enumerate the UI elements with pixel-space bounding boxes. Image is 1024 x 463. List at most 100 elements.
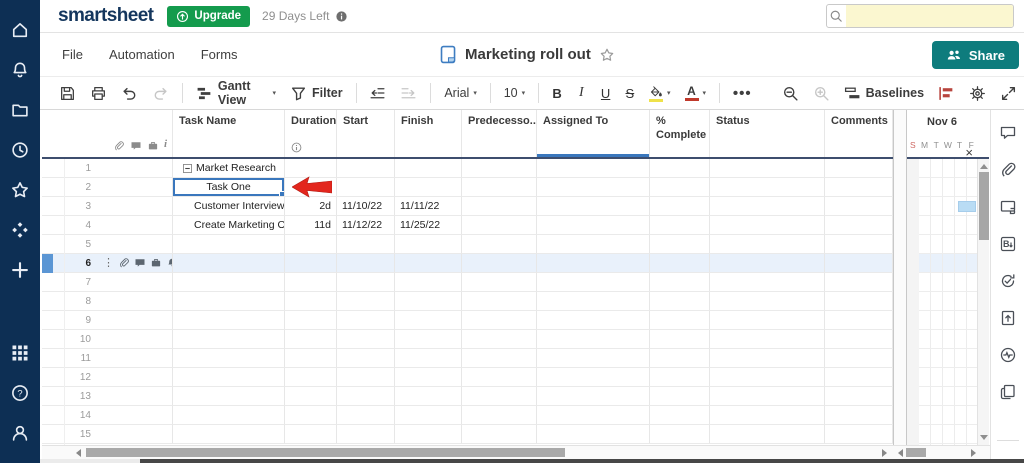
- cell-status[interactable]: [710, 159, 825, 178]
- cell-pred[interactable]: [462, 216, 537, 235]
- cell-start[interactable]: [337, 159, 395, 178]
- cell-duration[interactable]: [285, 425, 337, 444]
- row-number[interactable]: 4: [42, 216, 100, 235]
- cell-pred[interactable]: [462, 406, 537, 425]
- cell-finish[interactable]: 11/11/22: [395, 197, 462, 216]
- row-number[interactable]: 13: [42, 387, 100, 406]
- cell-task[interactable]: Market Research: [173, 159, 285, 178]
- cell-assigned[interactable]: [537, 273, 650, 292]
- row-icons-cell[interactable]: [100, 273, 173, 292]
- underline-button[interactable]: U: [594, 80, 618, 106]
- cell-pred[interactable]: [462, 254, 537, 273]
- cell-finish[interactable]: 11/25/22: [395, 216, 462, 235]
- info-icon[interactable]: [335, 10, 348, 23]
- cell-pred[interactable]: [462, 311, 537, 330]
- cell-status[interactable]: [710, 368, 825, 387]
- cell-status[interactable]: [710, 197, 825, 216]
- row-icons-cell[interactable]: [100, 159, 173, 178]
- cell-comments[interactable]: [825, 368, 893, 387]
- nav-help[interactable]: ?: [0, 373, 40, 413]
- collapse-icon[interactable]: [183, 163, 192, 173]
- cell-comments[interactable]: [825, 406, 893, 425]
- indent-button[interactable]: [393, 80, 424, 106]
- row-number[interactable]: 7: [42, 273, 100, 292]
- column-header-pred[interactable]: Predecesso...: [462, 110, 537, 157]
- cell-status[interactable]: [710, 406, 825, 425]
- save-button[interactable]: [52, 80, 83, 106]
- gantt-close-icon[interactable]: ×: [965, 146, 973, 159]
- cell-assigned[interactable]: [537, 349, 650, 368]
- favorite-star-icon[interactable]: [599, 47, 615, 63]
- nav-favorites[interactable]: [0, 170, 40, 210]
- critical-path-button[interactable]: [931, 80, 962, 106]
- panel-brandfolder[interactable]: B: [995, 231, 1021, 257]
- cell-task[interactable]: [173, 254, 285, 273]
- cell-comments[interactable]: [825, 311, 893, 330]
- cell-status[interactable]: [710, 425, 825, 444]
- table-row[interactable]: 4 Create Marketing Ou 11d 11/12/22 11/25/22: [42, 216, 989, 235]
- duration-info-icon[interactable]: [291, 142, 302, 153]
- selected-cell[interactable]: Task One: [173, 178, 285, 197]
- cell-duration[interactable]: [285, 387, 337, 406]
- cell-pct[interactable]: [650, 254, 710, 273]
- cell-assigned[interactable]: [537, 235, 650, 254]
- cell-finish[interactable]: [395, 425, 462, 444]
- row-icons-cell[interactable]: [100, 406, 173, 425]
- cell-status[interactable]: [710, 273, 825, 292]
- nav-notifications[interactable]: [0, 50, 40, 90]
- table-row[interactable]: 13: [42, 387, 989, 406]
- cell-comments[interactable]: [825, 349, 893, 368]
- cell-status[interactable]: [710, 330, 825, 349]
- cell-assigned[interactable]: [537, 330, 650, 349]
- table-row[interactable]: 10: [42, 330, 989, 349]
- cell-task[interactable]: [173, 425, 285, 444]
- cell-status[interactable]: [710, 178, 825, 197]
- row-number[interactable]: 8: [42, 292, 100, 311]
- cell-pct[interactable]: [650, 311, 710, 330]
- italic-button[interactable]: I: [569, 80, 593, 106]
- table-row[interactable]: 11: [42, 349, 989, 368]
- more-options-button[interactable]: •••: [726, 80, 759, 106]
- cell-task[interactable]: [173, 273, 285, 292]
- cell-pct[interactable]: [650, 273, 710, 292]
- cell-start[interactable]: [337, 349, 395, 368]
- redo-button[interactable]: [145, 80, 176, 106]
- row-icons-cell[interactable]: [100, 216, 173, 235]
- vertical-scrollbar[interactable]: [977, 159, 989, 445]
- nav-apps[interactable]: [0, 333, 40, 373]
- row-number[interactable]: 14: [42, 406, 100, 425]
- cell-duration[interactable]: [285, 330, 337, 349]
- cell-start[interactable]: [337, 311, 395, 330]
- nav-create[interactable]: [0, 250, 40, 290]
- zoom-in-button[interactable]: [806, 80, 837, 106]
- filter-button[interactable]: Filter: [283, 80, 350, 106]
- column-header-assigned[interactable]: Assigned To: [537, 110, 650, 157]
- table-row[interactable]: 1 Market Research: [42, 159, 989, 178]
- menu-item-automation[interactable]: Automation: [109, 47, 175, 62]
- fill-color-button[interactable]: ▾: [642, 80, 678, 106]
- cell-finish[interactable]: [395, 273, 462, 292]
- cell-task[interactable]: [173, 368, 285, 387]
- cell-assigned[interactable]: [537, 197, 650, 216]
- row-number[interactable]: 1: [42, 159, 100, 178]
- cell-pred[interactable]: [462, 197, 537, 216]
- cell-task[interactable]: [173, 387, 285, 406]
- horizontal-scrollbar-thumb[interactable]: [86, 448, 565, 457]
- row-icons-cell[interactable]: [100, 235, 173, 254]
- column-header-finish[interactable]: Finish: [395, 110, 462, 157]
- menu-item-file[interactable]: File: [62, 47, 83, 62]
- cell-finish[interactable]: [395, 406, 462, 425]
- panel-activity-log[interactable]: [995, 342, 1021, 368]
- column-header-status[interactable]: Status: [710, 110, 825, 157]
- cell-comments[interactable]: [825, 254, 893, 273]
- panel-summary[interactable]: [995, 379, 1021, 405]
- cell-task[interactable]: [173, 311, 285, 330]
- print-button[interactable]: [83, 80, 114, 106]
- scroll-right-arrow[interactable]: [882, 449, 887, 457]
- cell-assigned[interactable]: [537, 425, 650, 444]
- text-color-button[interactable]: A ▾: [678, 80, 714, 106]
- cell-assigned[interactable]: [537, 406, 650, 425]
- scroll-down-arrow[interactable]: [980, 435, 988, 440]
- table-row[interactable]: 2 Task One: [42, 178, 989, 197]
- gantt-task-bar[interactable]: [958, 201, 976, 212]
